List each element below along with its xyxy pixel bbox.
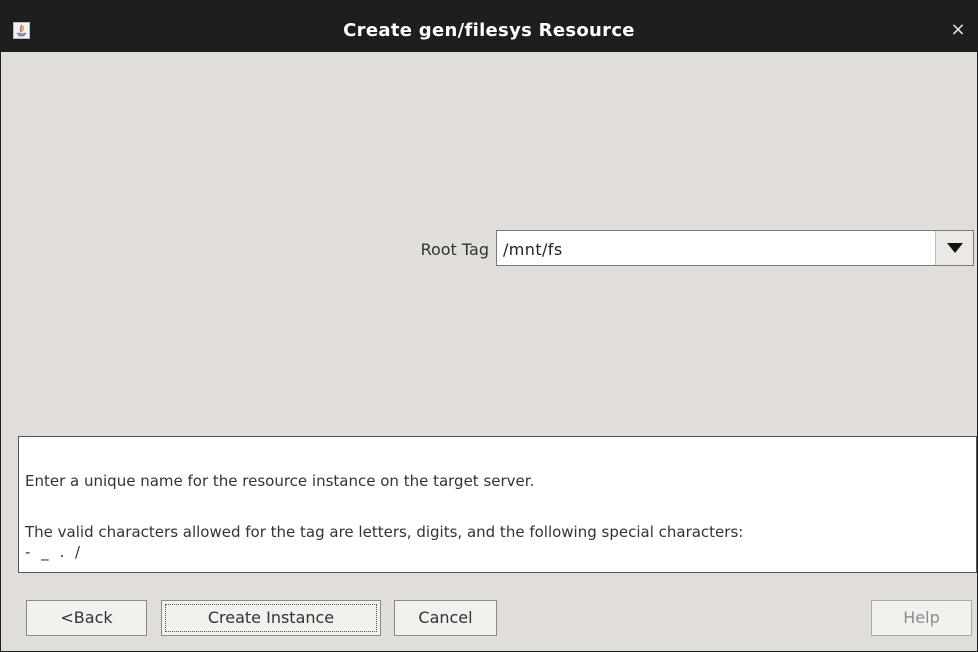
window-title: Create gen/filesys Resource — [343, 20, 635, 41]
root-tag-combobox[interactable]: /mnt/fs — [496, 230, 974, 266]
cancel-button[interactable]: Cancel — [394, 600, 497, 636]
root-tag-input[interactable]: /mnt/fs — [503, 240, 563, 259]
back-button[interactable]: <Back — [26, 600, 147, 636]
create-instance-button[interactable]: Create Instance — [161, 600, 381, 636]
root-tag-label: Root Tag — [420, 240, 489, 259]
help-button[interactable]: Help — [871, 600, 972, 636]
dropdown-button[interactable] — [935, 231, 973, 265]
triangle-down-icon — [947, 243, 963, 253]
close-icon[interactable]: × — [949, 21, 967, 39]
special-characters-text: - _ . / — [25, 543, 84, 561]
valid-characters-text: The valid characters allowed for the tag… — [25, 523, 744, 541]
create-instance-label: Create Instance — [165, 604, 377, 632]
dialog-window: Create gen/filesys Resource × Root Tag /… — [0, 0, 978, 652]
description-panel: Enter a unique name for the resource ins… — [18, 436, 977, 573]
description-text: Enter a unique name for the resource ins… — [25, 472, 535, 490]
title-bar[interactable]: Create gen/filesys Resource × — [1, 1, 977, 52]
